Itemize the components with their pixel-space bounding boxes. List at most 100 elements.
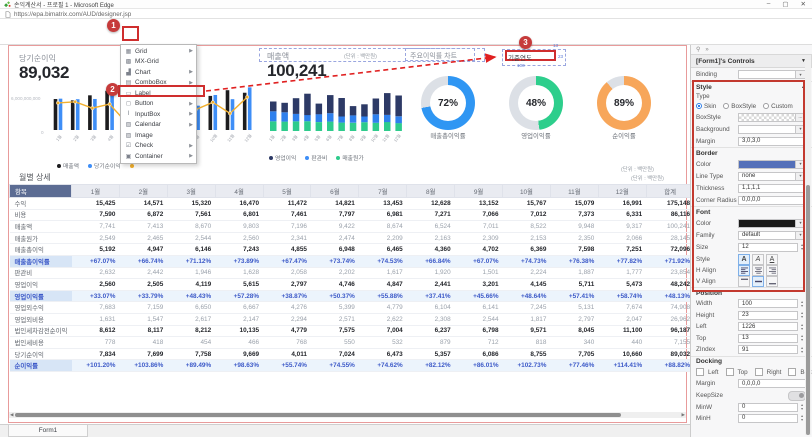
maximize-button[interactable]: ▢ [782,0,788,8]
border-color-swatch[interactable] [738,160,796,169]
horizontal-scrollbar[interactable]: ◀ ▶ [9,412,686,418]
panel-header[interactable]: [Form1]'s Controls ▼ [691,54,812,68]
menu-item[interactable]: ☑ Check ▶ [121,141,196,152]
donut-chart[interactable]: 89% [597,76,651,130]
address-bar[interactable]: https://epa.bimatrix.com/AUD/designer.js… [0,10,812,19]
donut-percent: 48% [526,98,546,109]
menu-item[interactable]: I InputBox ▶ [121,109,196,120]
table-cell: 2,622 [359,313,407,325]
table-cell: 768 [263,337,311,349]
align-left-button[interactable] [738,265,750,276]
dock-right-checkbox[interactable]: Right [755,368,782,376]
thickness-input[interactable]: 1,1,1,1 [738,184,806,193]
keepsize-toggle[interactable] [788,391,806,401]
background-dropdown[interactable]: ▼ [738,125,806,134]
submenu-arrow-icon: ▶ [189,122,193,128]
table-cell: 1,617 [359,267,407,279]
table-cell: 2,442 [119,267,167,279]
table-cell: 6,650 [167,302,215,314]
menu-item[interactable]: ▣ Container ▶ [121,151,196,162]
position-stepper[interactable]: 100▲▼ [738,299,806,308]
font-color-swatch[interactable] [738,219,796,228]
dock-left-checkbox[interactable]: Left [696,368,719,376]
align-center-button[interactable] [752,265,764,276]
type-radios: Skin BoxStyle Custom [691,101,812,111]
scroll-right-icon[interactable]: ▶ [682,412,685,418]
position-stepper[interactable]: 23▲▼ [738,311,806,320]
table-cell: +71.92% [646,255,694,267]
monthly-table[interactable]: 항목1월2월3월4월5월6월7월8월9월10월11월12월합계수익15,4251… [9,184,695,372]
section-style[interactable]: Style▲ [691,81,812,92]
dock-top-checkbox[interactable]: Top [726,368,748,376]
scroll-left-icon[interactable]: ◀ [10,412,13,418]
table-cell: 9,948 [550,221,598,233]
table-cell: 6,465 [359,244,407,256]
radio-boxstyle[interactable]: BoxStyle [723,103,756,110]
table-cell: 7,683 [72,302,120,314]
table-cell: 86,116 [646,209,694,221]
table-cell: 7,758 [167,348,215,360]
radio-custom[interactable]: Custom [763,103,793,110]
sales-stacked-chart[interactable]: 1월2월3월4월5월6월7월8월9월10월11월12월 [267,89,409,152]
kpi-title-sales: 매출액 [267,51,289,62]
table-cell: +74.73% [503,255,551,267]
font-family-dropdown[interactable]: default▼ [738,231,806,240]
font-family-row: Family default▼ [691,229,812,241]
scrollbar-thumb[interactable] [806,185,810,435]
underline-button[interactable]: A [766,254,778,265]
base-year-label[interactable]: 기준연도 [508,52,532,62]
italic-button[interactable]: A [752,254,764,265]
table-header: 4월 [215,185,263,198]
design-canvas[interactable]: 당기순이익 89,032 6,000,000,000 0 1월2월3월4월5월6… [8,45,687,423]
minw-stepper[interactable]: 0▲▼ [738,403,806,412]
checkbox-icon [755,368,763,376]
tab-form1[interactable]: Form1 [8,425,88,437]
scrollbar-thumb[interactable] [15,413,621,417]
font-color-row: Color ▼ [691,217,812,229]
boxstyle-swatch[interactable] [738,113,796,122]
table-cell: 16,470 [215,198,263,210]
table-cell: +67.47% [263,255,311,267]
collapse-panel-icon[interactable]: » [705,47,708,53]
binding-dropdown[interactable]: ▼ [738,70,806,79]
close-button[interactable]: ✕ [801,0,806,8]
linetype-dropdown[interactable]: none▼ [738,172,806,181]
pin-icon[interactable]: ⚲ [696,46,700,53]
corner-radius-input[interactable]: 0,0,0,0 [738,196,806,205]
position-row: Height 23▲▼ [691,310,812,322]
align-right-button[interactable] [766,265,778,276]
binding-row: Binding ▼ [691,68,812,81]
panel-scrollbar[interactable] [805,60,811,435]
valign-bottom-button[interactable] [766,276,778,287]
menu-item[interactable]: ▟ Chart ▶ [121,67,196,78]
font-size-stepper[interactable]: 12▲▼ [738,243,806,252]
svg-text:8월: 8월 [347,133,356,142]
table-cell: 2,632 [72,267,120,279]
table-cell: +88.82% [646,360,694,372]
menu-item[interactable]: ▩ MX-Grid ▶ [121,57,196,68]
valign-top-button[interactable] [738,276,750,287]
row-label: 법인세차감전순이익 [10,325,72,337]
bold-button[interactable]: A [738,254,750,265]
radio-skin[interactable]: Skin [696,103,716,110]
position-stepper[interactable]: 91▲▼ [738,345,806,354]
minimize-button[interactable]: – [767,0,771,8]
table-cell: 5,473 [598,279,646,291]
table-cell: 2,505 [119,279,167,291]
svg-text:1월: 1월 [54,133,63,142]
table-cell: 1,817 [503,313,551,325]
menu-item[interactable]: ▨ Image ▶ [121,130,196,141]
style-margin-input[interactable]: 3,0,3,0 [738,137,806,146]
donut-chart[interactable]: 72% [421,76,475,130]
annotation-badge-2: 2 [106,83,119,96]
menu-item[interactable]: ▦ Grid ▶ [121,46,196,57]
menu-item[interactable]: ▧ Calendar ▶ [121,120,196,131]
docking-margin-input[interactable]: 0,0,0,0 [738,379,806,388]
donut-chart[interactable]: 48% [509,76,563,130]
menu-item[interactable]: ◻ Button ▶ [121,99,196,110]
minh-stepper[interactable]: 0▲▼ [738,414,806,423]
table-cell: 10,135 [215,325,263,337]
valign-middle-button[interactable] [752,276,764,287]
position-stepper[interactable]: 1226▲▼ [738,322,806,331]
position-stepper[interactable]: 13▲▼ [738,334,806,343]
